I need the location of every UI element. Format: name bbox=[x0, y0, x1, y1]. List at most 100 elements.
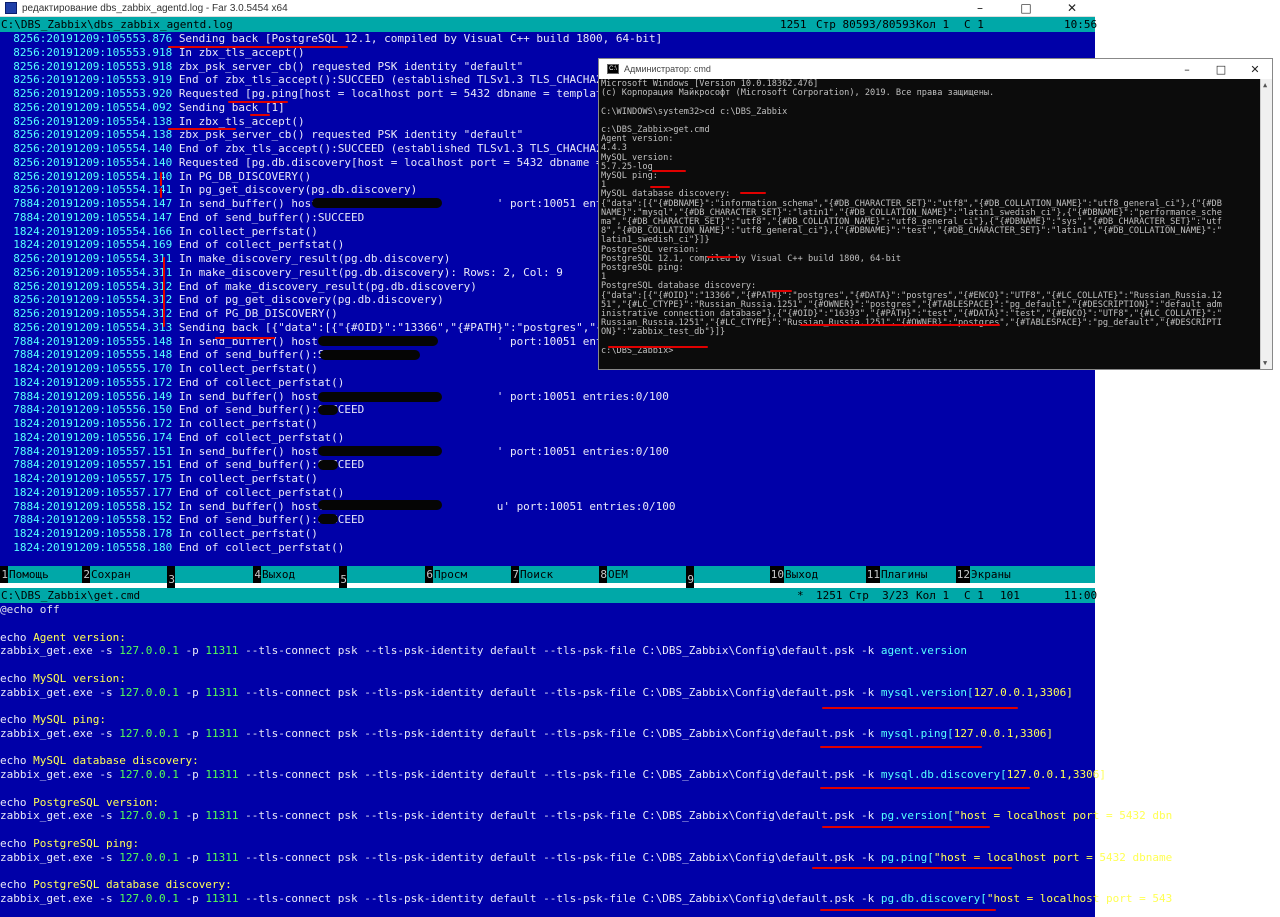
echo-keyword: echo bbox=[0, 795, 34, 809]
fkey-6[interactable]: 6Просм bbox=[425, 566, 511, 583]
fkey-8[interactable]: 8OEM bbox=[599, 566, 686, 583]
fkey-number: 5 bbox=[339, 571, 347, 588]
editor-status-bar: C:\DBS_Zabbix\get.cmd * 1251 Стр 3/23 Ко… bbox=[0, 588, 1097, 603]
log-timestamp: 8256:20191209:105554.312 bbox=[0, 293, 179, 307]
log-timestamp: 1824:20191209:105554.169 bbox=[0, 238, 179, 252]
fkey-label: Просм bbox=[433, 566, 511, 583]
fkey-7[interactable]: 7Поиск bbox=[511, 566, 599, 583]
maximize-icon[interactable]: □ bbox=[1204, 59, 1238, 79]
fkey-2[interactable]: 2Сохран bbox=[82, 566, 167, 583]
fkey-11[interactable]: 11Плагины bbox=[866, 566, 956, 583]
fkey-label: Плагины bbox=[880, 566, 956, 583]
log-timestamp: 8256:20191209:105554.311 bbox=[0, 265, 179, 279]
log-message: End of collect_perfstat() bbox=[178, 485, 345, 499]
fkey-number: 12 bbox=[956, 566, 970, 583]
fkey-number: 4 bbox=[253, 566, 261, 583]
log-timestamp: 1824:20191209:105555.170 bbox=[0, 362, 179, 375]
far-window-title: редактирование dbs_zabbix_agentd.log - F… bbox=[22, 2, 288, 14]
file-path: C:\DBS_Zabbix\dbs_zabbix_agentd.log bbox=[1, 18, 233, 31]
minimize-icon[interactable]: – bbox=[957, 0, 1003, 17]
fkey-9[interactable]: 9 bbox=[686, 566, 770, 588]
scroll-down-icon[interactable]: ▼ bbox=[1263, 359, 1267, 367]
tls-options: --tls-connect psk --tls-psk-identity def… bbox=[238, 809, 643, 823]
log-message: End of pg_get_discovery(pg.db.discovery) bbox=[178, 293, 444, 307]
echo-keyword: echo bbox=[0, 754, 34, 768]
tls-options: --tls-connect psk --tls-psk-identity def… bbox=[238, 644, 643, 658]
fkey-number: 8 bbox=[599, 566, 607, 583]
log-line: 1824:20191209:105556.172 In collect_perf… bbox=[0, 417, 318, 431]
log-line: 8256:20191209:105554.138 In zbx_tls_acce… bbox=[0, 114, 304, 129]
tls-options: --tls-connect psk --tls-psk-identity def… bbox=[238, 726, 643, 740]
editor-line: zabbix_get.exe -s 127.0.0.1 -p 11311 --t… bbox=[0, 727, 1053, 741]
log-message: In collect_perfstat() bbox=[178, 417, 318, 430]
close-icon[interactable]: ✕ bbox=[1049, 0, 1095, 17]
log-line: 8256:20191209:105554.312 End of PG_DB_DI… bbox=[0, 307, 338, 321]
annotation-underline bbox=[250, 114, 270, 116]
fkey-1[interactable]: 1Помощь bbox=[0, 566, 82, 583]
fkey-label: Помощь bbox=[8, 566, 82, 583]
host-value: 127.0.0.1 bbox=[119, 644, 179, 658]
flag: -s bbox=[99, 891, 120, 905]
fkey-5[interactable]: 5 bbox=[339, 566, 425, 588]
fkey-3[interactable]: 3 bbox=[167, 566, 253, 588]
flag: -k bbox=[854, 891, 881, 905]
char-position: С 1 bbox=[964, 589, 984, 602]
log-message: End of collect_perfstat() bbox=[178, 540, 345, 554]
flag: -p bbox=[178, 726, 206, 740]
port-value: 11311 bbox=[205, 809, 239, 823]
port-value: 11311 bbox=[205, 644, 239, 658]
log-timestamp: 8256:20191209:105553.876 bbox=[0, 32, 179, 45]
minimize-icon[interactable]: – bbox=[1170, 59, 1204, 79]
log-line: 7884:20191209:105557.151 End of send_buf… bbox=[0, 458, 364, 472]
fkey-number: 6 bbox=[425, 566, 433, 583]
fkey-12[interactable]: 12Экраны bbox=[956, 566, 1095, 583]
log-timestamp: 7884:20191209:105554.147 bbox=[0, 210, 179, 224]
fkey-4[interactable]: 4Выход bbox=[253, 566, 339, 583]
log-message: Sending back [{"data":[{"{#OID}":"13366"… bbox=[178, 320, 643, 334]
function-key-bar: 1Помощь 2Сохран 3 4Выход 5 6Просм 7Поиск 8OEM 9 1… bbox=[0, 566, 1095, 588]
log-line: 8256:20191209:105553.920 Requested [pg.p… bbox=[0, 87, 642, 101]
log-timestamp: 7884:20191209:105556.149 bbox=[0, 389, 179, 403]
scroll-up-icon[interactable]: ▲ bbox=[1263, 81, 1267, 89]
tls-options: --tls-connect psk --tls-psk-identity def… bbox=[238, 768, 643, 781]
fkey-10[interactable]: 10Выход bbox=[770, 566, 866, 583]
psk-path: C:\DBS_Zabbix\Config\default.psk bbox=[642, 850, 855, 864]
cmd-scrollbar[interactable]: ▲ ▼ bbox=[1260, 79, 1272, 369]
log-message: In pg_get_discovery(pg.db.discovery) bbox=[178, 183, 418, 197]
host-value: 127.0.0.1 bbox=[119, 891, 179, 905]
log-timestamp: 8256:20191209:105554.140 bbox=[0, 142, 179, 155]
log-message: End of zbx_tls_accept():SUCCEED (establi… bbox=[178, 73, 643, 87]
log-timestamp: 1824:20191209:105558.178 bbox=[0, 527, 179, 540]
annotation-underline bbox=[228, 101, 288, 103]
editor-line: zabbix_get.exe -s 127.0.0.1 -p 11311 --t… bbox=[0, 686, 1073, 700]
log-timestamp: 8256:20191209:105553.920 bbox=[0, 87, 179, 100]
log-message: In collect_perfstat() bbox=[178, 472, 318, 485]
cmd-title-bar: C:\ Администратор: cmd – □ ✕ bbox=[599, 59, 1272, 79]
editor-line: zabbix_get.exe -s 127.0.0.1 -p 11311 --t… bbox=[0, 644, 967, 658]
echo-message: Agent version: bbox=[33, 630, 126, 644]
log-message: End of collect_perfstat() bbox=[178, 238, 345, 252]
fkey-number: 7 bbox=[511, 566, 519, 583]
editor-line: echo PostgreSQL ping: bbox=[0, 837, 139, 851]
log-line: 1824:20191209:105554.169 End of collect_… bbox=[0, 238, 344, 252]
host-value: 127.0.0.1 bbox=[119, 850, 179, 864]
item-params: "host = localhost port = 543 bbox=[986, 891, 1173, 905]
log-timestamp: 8256:20191209:105554.140 bbox=[0, 169, 179, 183]
log-message: zbx_psk_server_cb() requested PSK identi… bbox=[178, 59, 524, 73]
fkey-number: 2 bbox=[82, 566, 90, 583]
flag: -s bbox=[99, 809, 120, 823]
psk-path: C:\DBS_Zabbix\Config\default.psk bbox=[642, 891, 855, 905]
redacted-host bbox=[320, 350, 420, 360]
log-line: 7884:20191209:105554.147 End of send_buf… bbox=[0, 211, 364, 225]
annotation-underline bbox=[215, 337, 275, 339]
log-timestamp: 8256:20191209:105554.138 bbox=[0, 114, 179, 128]
log-timestamp: 8256:20191209:105553.918 bbox=[0, 45, 179, 59]
log-message: End of collect_perfstat() bbox=[178, 430, 345, 444]
log-message: In collect_perfstat() bbox=[178, 527, 318, 540]
maximize-icon[interactable]: □ bbox=[1003, 0, 1049, 17]
item-key: pg.db.discovery[ bbox=[880, 891, 987, 905]
echo-keyword: echo bbox=[0, 671, 34, 685]
flag: -s bbox=[99, 850, 120, 864]
close-icon[interactable]: ✕ bbox=[1238, 59, 1272, 79]
log-timestamp: 8256:20191209:105554.312 bbox=[0, 307, 179, 320]
